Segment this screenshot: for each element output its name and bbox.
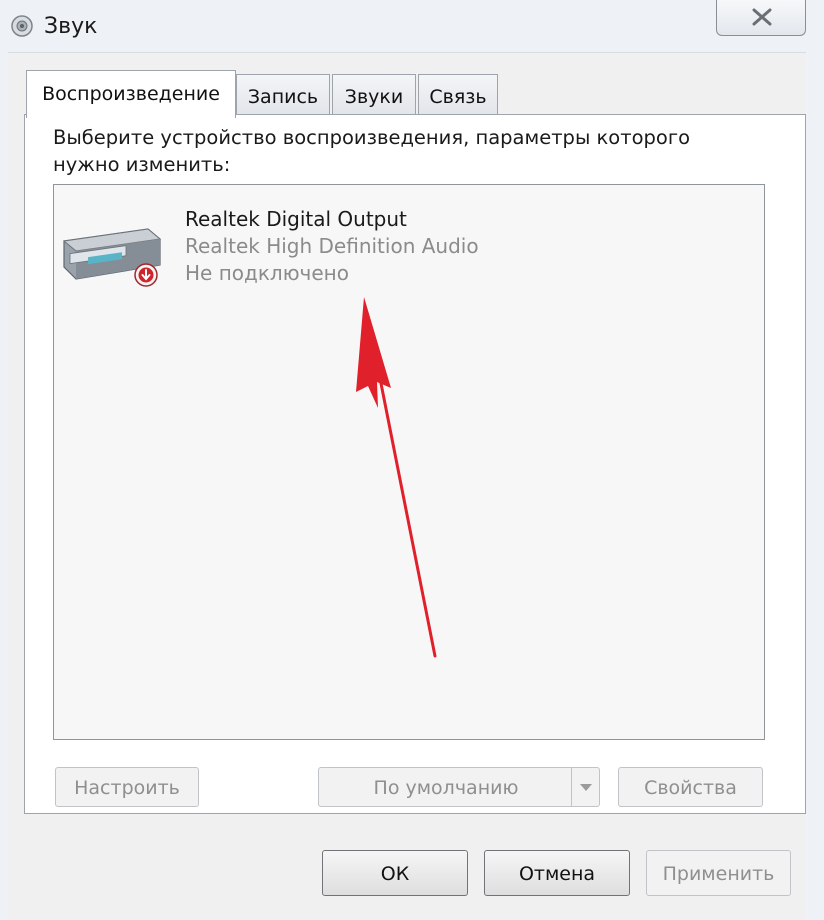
window-title: Звук: [44, 14, 98, 39]
close-icon: [752, 8, 772, 26]
window-frame-right: [806, 52, 824, 920]
speaker-app-icon: [11, 15, 33, 37]
tab-sounds[interactable]: Звуки: [332, 74, 416, 114]
close-button[interactable]: [716, 0, 806, 36]
title-bar: Звук: [0, 0, 824, 53]
instruction-text: Выберите устройство воспроизведения, пар…: [53, 126, 691, 176]
device-list[interactable]: Realtek Digital Output Realtek High Defi…: [53, 184, 765, 740]
tab-communications[interactable]: Связь: [418, 74, 498, 114]
cancel-button[interactable]: Отмена: [484, 850, 630, 896]
set-default-split-button[interactable]: По умолчанию: [318, 767, 600, 807]
tab-playback[interactable]: Воспроизведение: [26, 70, 236, 118]
ok-button[interactable]: ОК: [322, 850, 468, 896]
chevron-down-icon: [580, 784, 592, 791]
device-name: Realtek Digital Output: [185, 207, 407, 231]
device-status: Не подключено: [185, 261, 349, 285]
window-frame-left: [0, 52, 8, 920]
down-arrow-badge-icon: [134, 263, 158, 287]
speaker-device-icon: [62, 228, 162, 287]
tab-recording[interactable]: Запись: [236, 74, 330, 114]
device-driver: Realtek High Definition Audio: [185, 234, 479, 258]
sound-dialog: Звук Воспроизведение Запись Звуки Связь …: [0, 0, 824, 920]
set-default-label: По умолчанию: [373, 777, 519, 799]
properties-button[interactable]: Свойства: [618, 767, 763, 807]
configure-button[interactable]: Настроить: [55, 767, 199, 807]
apply-button[interactable]: Применить: [646, 850, 791, 896]
set-default-dropdown[interactable]: [571, 768, 599, 806]
